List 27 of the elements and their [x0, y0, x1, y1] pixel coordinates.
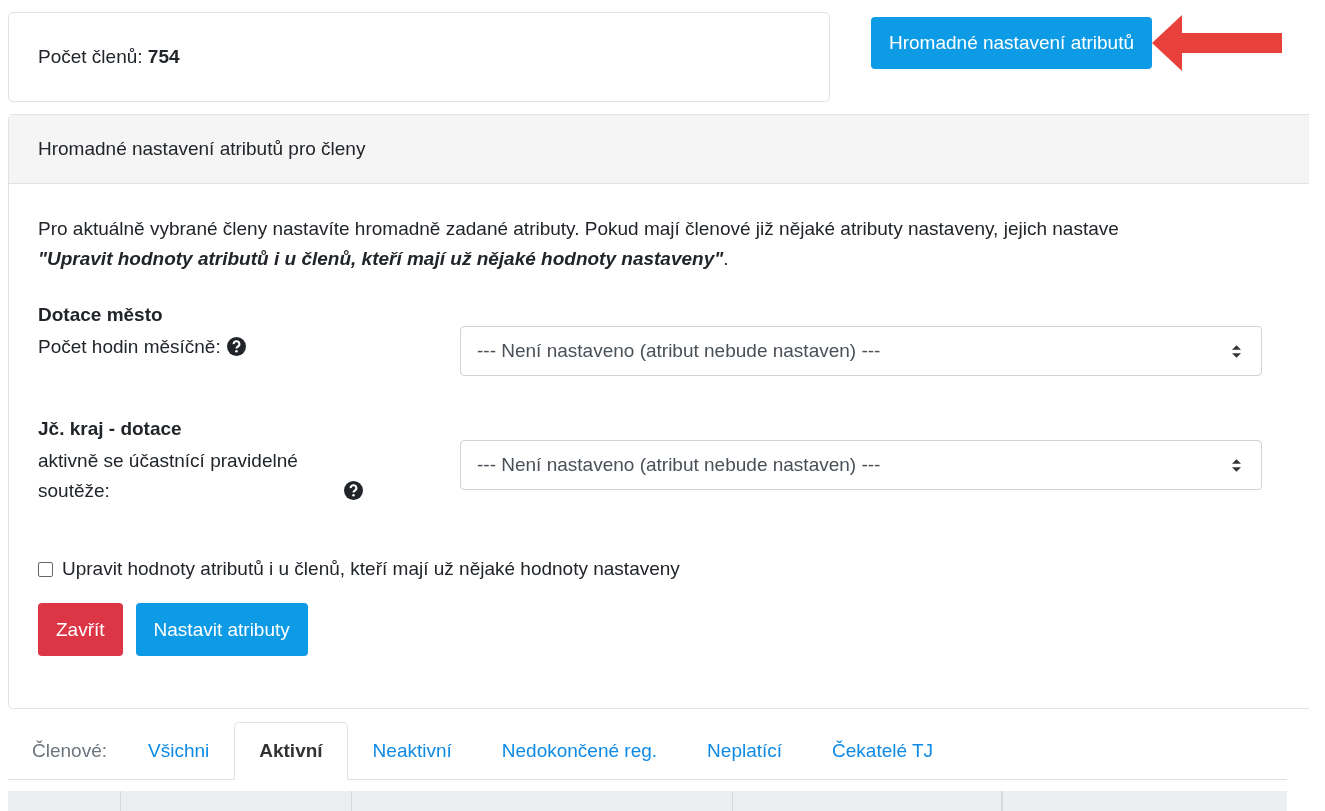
intro-note: "Upravit hodnoty atributů i u členů, kteří mají už nějaké hodnoty nastaveny". [38, 247, 730, 271]
help-icon[interactable] [344, 481, 363, 500]
field-label: Počet hodin měsíčně: [38, 335, 221, 359]
sort-caret-icon [1232, 458, 1241, 472]
member-count: Počet členů: 754 [38, 46, 180, 68]
close-button[interactable]: Zavřít [38, 603, 123, 656]
tab[interactable]: Nedokončené reg. [476, 722, 683, 780]
checkbox-label: Upravit hodnoty atributů i u členů, kteří mají už nějaké hodnoty nastaveny [62, 558, 680, 580]
submit-button[interactable]: Nastavit atributy [135, 603, 308, 656]
select-field[interactable]: --- Není nastaveno (atribut nebude nastaven) --- [460, 440, 1262, 490]
help-icon[interactable] [226, 337, 246, 356]
group-heading: Dotace město [38, 303, 164, 327]
select-field[interactable]: --- Není nastaveno (atribut nebude nastaven) --- [460, 326, 1262, 376]
checkbox[interactable] [38, 561, 53, 577]
tab[interactable]: Všichni [123, 722, 235, 780]
sort-caret-icon [1232, 344, 1241, 358]
intro-text: Pro aktuálně vybrané členy nastavíte hromadně zadané atributy. Pokud mají členové již nějaké atributy nastaveny, jejich nastave [38, 217, 1120, 241]
field-label: aktivně se účastnící pravidelné soutěže: [38, 449, 299, 503]
panel-title: Hromadné nastavení atributů pro členy [38, 138, 366, 160]
tab[interactable]: Neplatící [682, 722, 808, 780]
tab[interactable]: Neaktivní [347, 722, 477, 780]
group-heading: Jč. kraj - dotace [38, 417, 183, 441]
arrow-icon [1152, 15, 1283, 71]
bulk-settings-button[interactable]: Hromadné nastavení atributů [871, 17, 1153, 69]
tab[interactable]: Čekatelé TJ [807, 722, 959, 780]
tab[interactable]: Aktivní [234, 722, 348, 780]
tabs-label: Členové: [31, 739, 108, 763]
